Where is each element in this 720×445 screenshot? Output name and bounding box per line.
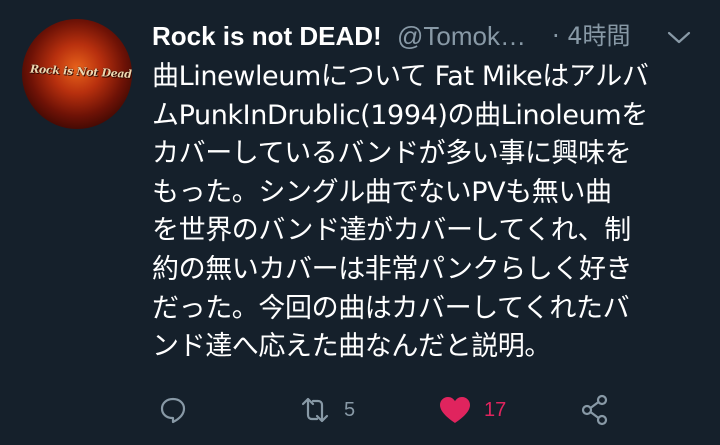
retweet-icon — [301, 397, 329, 423]
tweet-line: を世界のバンド達がカバーしてくれ、制 — [152, 215, 631, 247]
retweet-button[interactable]: 5 — [298, 390, 355, 430]
tweet-text: 曲Linewleumについて Fat Mikeはアルバ ムPunkInDrubl… — [152, 58, 708, 367]
like-count: 17 — [484, 398, 507, 421]
avatar[interactable]: Rock is Not Dead — [22, 19, 132, 129]
display-name[interactable]: Rock is not DEAD! — [152, 19, 382, 53]
reply-button[interactable] — [158, 390, 188, 430]
reply-icon — [160, 397, 186, 424]
like-button[interactable]: 17 — [438, 390, 506, 430]
share-icon — [581, 394, 608, 426]
tweet-line: 曲Linewleumについて Fat Mikeはアルバ — [152, 61, 649, 92]
tweet-line: 約の無いカバーは非常パンクらしく好き — [152, 253, 633, 285]
retweet-count: 5 — [344, 398, 356, 421]
timestamp[interactable]: · 4時間 — [552, 19, 631, 53]
tweet-line: だった。今回の曲はカバーしてくれたバ — [152, 292, 630, 324]
tweet-line: もった。シングル曲でないPVも無い曲 — [152, 176, 612, 208]
tweet-line: ンド達へ応えた曲なんだと説明。 — [152, 331, 551, 363]
tweet-header: Rock is not DEAD! @Tomok… · 4時間 — [152, 19, 704, 53]
tweet-actions: 5 17 — [152, 390, 708, 430]
tweet-line: カバーしているバンドが多い事に興味を — [152, 138, 632, 170]
heart-icon — [440, 397, 470, 423]
avatar-logo-text: Rock is Not Dead — [29, 62, 132, 81]
share-button[interactable] — [580, 390, 610, 430]
chevron-down-icon[interactable] — [666, 27, 692, 47]
user-handle[interactable]: @Tomok… — [397, 19, 526, 53]
tweet-line: ムPunkInDrublic(1994)の曲Linoleumを — [152, 99, 648, 131]
